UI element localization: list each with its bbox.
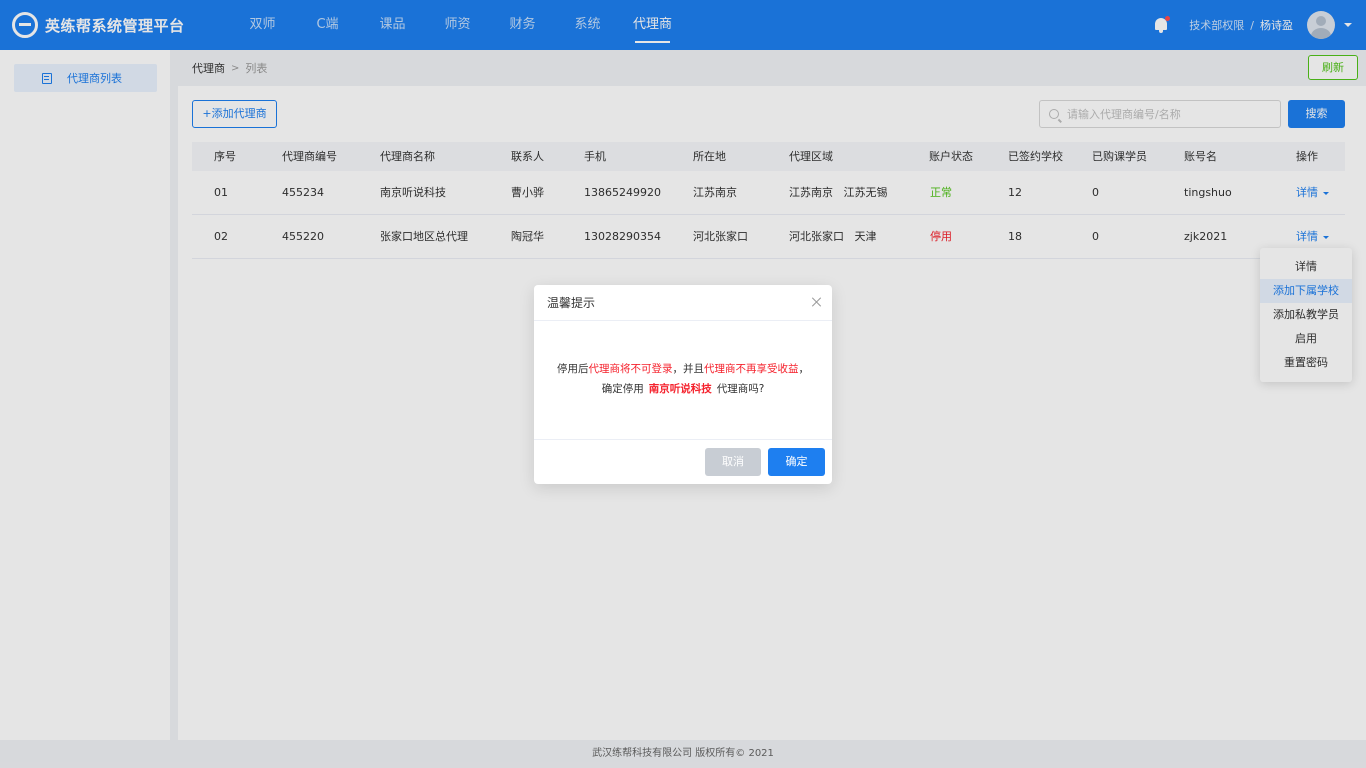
cancel-button[interactable]: 取消: [705, 448, 761, 476]
msg-text: ，并且: [672, 363, 705, 375]
dialog-body: 停用后代理商将不可登录，并且代理商不再享受收益， 确定停用 南京听说科技 代理商吗?: [534, 321, 832, 440]
dialog-title: 温馨提示: [547, 296, 596, 310]
confirm-dialog: 温馨提示 停用后代理商将不可登录，并且代理商不再享受收益， 确定停用 南京听说科技…: [534, 285, 832, 484]
msg-text: ，: [798, 363, 810, 375]
msg-text: 代理商吗?: [716, 383, 765, 395]
close-icon[interactable]: [812, 297, 822, 307]
dialog-message-line1: 停用后代理商将不可登录，并且代理商不再享受收益，: [534, 359, 832, 379]
msg-warning: 代理商将不可登录: [588, 363, 673, 375]
msg-text: 停用后: [557, 363, 589, 375]
msg-warning: 代理商不再享受收益: [704, 363, 799, 375]
agent-name-highlight: 南京听说科技: [648, 383, 712, 395]
dialog-header: 温馨提示: [534, 285, 832, 321]
msg-text: 确定停用: [601, 383, 644, 395]
confirm-button[interactable]: 确定: [768, 448, 825, 476]
dialog-message-line2: 确定停用 南京听说科技 代理商吗?: [534, 379, 832, 399]
dialog-footer: 取消 确定: [534, 440, 832, 483]
